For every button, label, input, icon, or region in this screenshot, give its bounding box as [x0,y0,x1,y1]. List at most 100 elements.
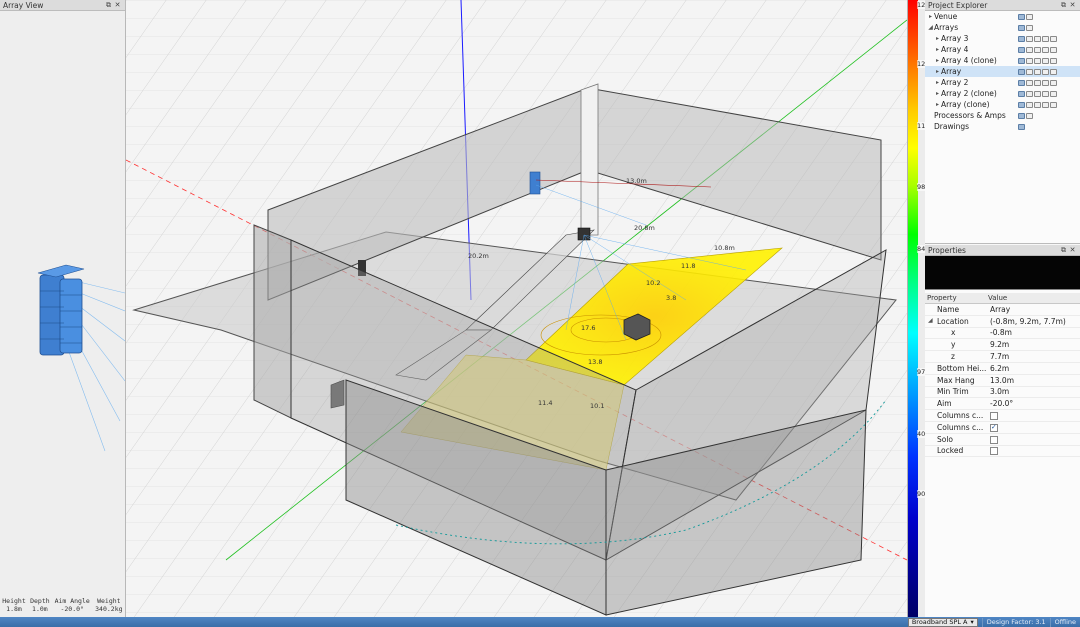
property-value[interactable]: -0.8m [988,328,1080,337]
tree-item[interactable]: ▸ Array (clone) [925,99,1080,110]
expand-arrow-icon[interactable]: ▸ [934,57,941,64]
property-value[interactable]: 7.7m [988,352,1080,361]
toggle-icon[interactable] [1026,13,1033,20]
array-view-canvas[interactable] [0,11,125,596]
property-row[interactable]: Columns c... [925,422,1080,434]
property-checkbox[interactable] [990,447,998,456]
toggle-icon[interactable] [1042,79,1049,86]
property-value[interactable]: (-0.8m, 9.2m, 7.7m) [988,317,1080,326]
toggle-icon[interactable] [1034,57,1041,64]
tree-item[interactable]: ▸ Array 2 [925,77,1080,88]
toggle-icon[interactable] [1034,79,1041,86]
toggle-icon[interactable] [1018,57,1025,64]
toggle-icon[interactable] [1026,57,1033,64]
toggle-icon[interactable] [1042,46,1049,53]
expand-arrow-icon[interactable]: ▸ [934,35,941,42]
venue-3d-viewport[interactable]: 20.2m 13.0m 10.8m 20.8m 11.8 10.2 17.6 1… [126,0,907,617]
property-row[interactable]: Max Hang 13.0m [925,375,1080,387]
toggle-icon[interactable] [1018,79,1025,86]
toggle-icon[interactable] [1050,90,1057,97]
tree-item[interactable]: ◢ Arrays [925,22,1080,33]
toggle-icon[interactable] [1034,68,1041,75]
mix-position-box[interactable] [623,313,651,341]
property-row[interactable]: Locked [925,446,1080,458]
tree-item[interactable]: ▸ Venue [925,11,1080,22]
property-row[interactable]: Name Array [925,304,1080,316]
property-value[interactable]: 9.2m [988,340,1080,349]
property-row[interactable]: x -0.8m [925,328,1080,340]
property-row[interactable]: ◢ Location (-0.8m, 9.2m, 7.7m) [925,316,1080,328]
expand-arrow-icon[interactable]: ◢ [928,317,933,324]
float-icon[interactable]: ⧉ [1059,246,1068,255]
property-row[interactable]: Bottom Hei... 6.2m [925,363,1080,375]
property-value[interactable]: -20.0° [988,399,1080,408]
toggle-icon[interactable] [1018,101,1025,108]
toggle-icon[interactable] [1018,123,1025,130]
tree-item[interactable]: ▸ Array 2 (clone) [925,88,1080,99]
close-icon[interactable]: ✕ [1068,1,1077,9]
array-speaker-icon[interactable] [529,171,541,195]
toggle-icon[interactable] [1018,46,1025,53]
toggle-icon[interactable] [1042,68,1049,75]
property-row[interactable]: y 9.2m [925,339,1080,352]
toggle-icon[interactable] [1026,90,1033,97]
toggle-icon[interactable] [1026,46,1033,53]
property-row[interactable]: z 7.7m [925,351,1080,363]
toggle-icon[interactable] [1050,46,1057,53]
toggle-icon[interactable] [1050,79,1057,86]
property-checkbox[interactable] [990,423,998,432]
tree-item[interactable]: ▸ Array 4 (clone) [925,55,1080,66]
float-icon[interactable]: ⧉ [1059,1,1068,10]
expand-arrow-icon[interactable]: ▸ [934,101,941,108]
property-checkbox[interactable] [990,435,998,444]
property-value[interactable]: 3.0m [988,387,1080,396]
expand-arrow-icon[interactable]: ▸ [927,13,934,20]
property-row[interactable]: Columns c... [925,410,1080,422]
toggle-icon[interactable] [1018,68,1025,75]
toggle-icon[interactable] [1042,57,1049,64]
property-row[interactable]: Solo [925,434,1080,446]
array-speaker-icon[interactable] [577,227,591,241]
toggle-icon[interactable] [1050,57,1057,64]
property-value[interactable]: 6.2m [988,364,1080,373]
toggle-icon[interactable] [1018,13,1025,20]
float-icon[interactable]: ⧉ [104,1,113,10]
tree-item[interactable]: ▸ Array [925,66,1080,77]
toggle-icon[interactable] [1018,35,1025,42]
expand-arrow-icon[interactable]: ▸ [934,46,941,53]
venue-scene[interactable]: 20.2m 13.0m 10.8m 20.8m 11.8 10.2 17.6 1… [126,0,907,617]
tree-item[interactable]: Processors & Amps [925,110,1080,121]
toggle-icon[interactable] [1026,112,1033,119]
expand-arrow-icon[interactable]: ▸ [934,90,941,97]
toggle-icon[interactable] [1042,35,1049,42]
toggle-icon[interactable] [1034,46,1041,53]
toggle-icon[interactable] [1050,35,1057,42]
toggle-icon[interactable] [1018,112,1025,119]
toggle-icon[interactable] [1034,90,1041,97]
view-mode-dropdown[interactable]: Broadband SPL A ▾ [907,617,978,627]
close-icon[interactable]: ✕ [113,1,122,9]
close-icon[interactable]: ✕ [1068,246,1077,254]
toggle-icon[interactable] [1034,101,1041,108]
toggle-icon[interactable] [1050,68,1057,75]
expand-arrow-icon[interactable]: ◢ [927,24,934,31]
tree-item[interactable]: ▸ Array 3 [925,33,1080,44]
property-checkbox[interactable] [990,412,998,421]
toggle-icon[interactable] [1034,35,1041,42]
tree-item[interactable]: ▸ Array 4 [925,44,1080,55]
toggle-icon[interactable] [1026,101,1033,108]
toggle-icon[interactable] [1018,24,1025,31]
tree-item[interactable]: Drawings [925,121,1080,132]
toggle-icon[interactable] [1042,101,1049,108]
toggle-icon[interactable] [1026,24,1033,31]
toggle-icon[interactable] [1026,68,1033,75]
toggle-icon[interactable] [1018,90,1025,97]
property-row[interactable]: Min Trim 3.0m [925,387,1080,399]
property-value[interactable]: Array [988,305,1080,314]
expand-arrow-icon[interactable]: ▸ [934,79,941,86]
toggle-icon[interactable] [1050,101,1057,108]
expand-arrow-icon[interactable]: ▸ [934,68,941,75]
property-value[interactable]: 13.0m [988,376,1080,385]
toggle-icon[interactable] [1042,90,1049,97]
toggle-icon[interactable] [1026,79,1033,86]
